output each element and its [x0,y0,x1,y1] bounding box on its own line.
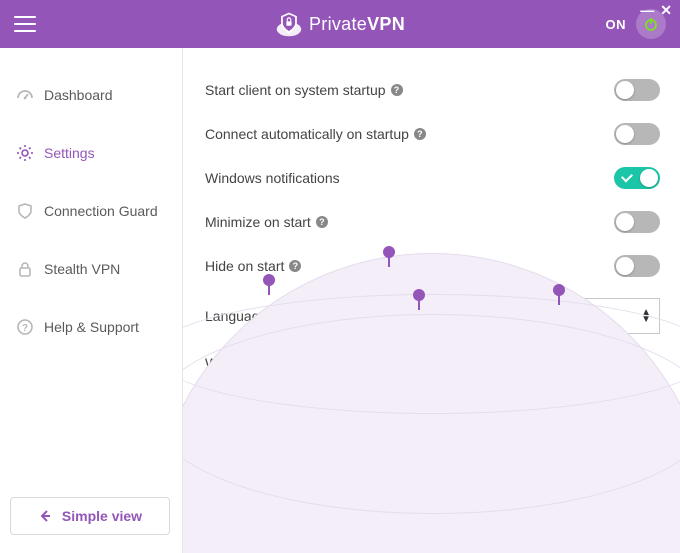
question-icon: ? [16,318,34,336]
help-icon[interactable]: ? [316,216,328,228]
help-icon[interactable]: ? [414,128,426,140]
sidebar-item-label: Help & Support [44,319,139,335]
toggle-connect-auto[interactable] [614,123,660,145]
settings-panel: Start client on system startup? Connect … [183,48,680,553]
map-pin-icon [263,274,275,286]
sidebar-item-settings[interactable]: Settings [0,134,182,172]
gauge-icon [16,86,34,104]
close-button[interactable]: ✕ [660,2,672,19]
brand-text: PrivateVPN [309,14,405,35]
toggle-windows-notifications[interactable] [614,167,660,189]
shield-outline-icon [16,202,34,220]
gear-icon [16,144,34,162]
sidebar-item-label: Stealth VPN [44,261,120,277]
sidebar-item-label: Dashboard [44,87,113,103]
simple-view-button[interactable]: Simple view [10,497,170,535]
minimize-button[interactable]: — [640,2,654,19]
sidebar-item-label: Connection Guard [44,203,158,219]
map-pin-icon [413,289,425,301]
toggle-hide-on-start[interactable] [614,255,660,277]
simple-view-label: Simple view [62,508,142,524]
setting-label: Minimize on start? [205,214,614,230]
shield-icon [275,10,303,38]
lock-icon [16,260,34,278]
toggle-start-on-startup[interactable] [614,79,660,101]
sidebar-item-dashboard[interactable]: Dashboard [0,76,182,114]
map-pin-icon [553,284,565,296]
setting-label: Start client on system startup? [205,82,614,98]
map-pin-icon [383,246,395,258]
sidebar-item-help-support[interactable]: ? Help & Support [0,308,182,346]
sidebar: Dashboard Settings Connection Guard Stea… [0,48,183,553]
sidebar-item-connection-guard[interactable]: Connection Guard [0,192,182,230]
sidebar-item-stealth-vpn[interactable]: Stealth VPN [0,250,182,288]
connection-status: ON [606,17,627,32]
sidebar-item-label: Settings [44,145,95,161]
svg-text:?: ? [22,323,28,334]
arrow-left-icon [38,509,52,523]
toggle-minimize-on-start[interactable] [614,211,660,233]
window-controls: — ✕ [640,2,672,19]
setting-label: Connect automatically on startup? [205,126,614,142]
menu-icon[interactable] [14,16,36,32]
title-bar: PrivateVPN ON — ✕ [0,0,680,48]
help-icon[interactable]: ? [391,84,403,96]
help-icon[interactable]: ? [289,260,301,272]
app-logo: PrivateVPN [275,10,405,38]
setting-label: Windows notifications [205,170,614,186]
